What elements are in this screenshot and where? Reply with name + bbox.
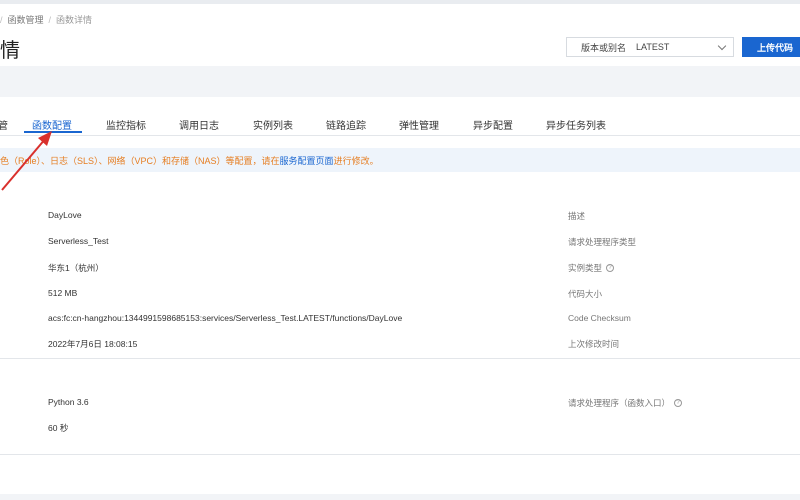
memory-value: 512 MB: [48, 288, 78, 298]
handler-label: 请求处理程序（函数入口）?: [568, 397, 683, 409]
section-divider: [0, 454, 800, 455]
handler-type-label: 请求处理程序类型: [568, 237, 637, 247]
tab-invocation-logs[interactable]: 调用日志: [179, 117, 219, 132]
section-divider: [0, 358, 800, 359]
tab-async-tasks[interactable]: 异步任务列表: [546, 117, 606, 132]
tab-async-config[interactable]: 异步配置: [473, 117, 513, 132]
version-select-value: LATEST: [636, 42, 670, 52]
version-select-label: 版本或别名: [581, 42, 627, 53]
last-modified-label: 上次修改时间: [568, 339, 620, 349]
timeout-value: 60 秒: [48, 423, 69, 433]
tab-tracing[interactable]: 链路追踪: [326, 117, 366, 132]
arn-value: acs:fc:cn-hangzhou:1344991598685153:serv…: [48, 313, 403, 323]
created-time-value: 2022年7月6日 18:08:15: [48, 339, 138, 349]
top-strip: [0, 0, 800, 4]
upload-code-button[interactable]: 上传代码: [742, 37, 800, 57]
breadcrumb-parent[interactable]: 函数管理: [8, 13, 44, 26]
tab-monitoring[interactable]: 监控指标: [106, 117, 146, 132]
version-select[interactable]: 版本或别名 LATEST: [566, 37, 734, 57]
info-icon[interactable]: ?: [674, 399, 683, 407]
tab-instances[interactable]: 实例列表: [253, 117, 293, 132]
breadcrumb: / 函数管理 / 函数详情: [0, 13, 92, 26]
notice-suffix: 进行修改。: [333, 155, 379, 166]
code-checksum-label: Code Checksum: [568, 313, 631, 323]
annotation-arrow-icon: [1, 131, 52, 191]
region-value: 华东1（杭州）: [48, 263, 104, 273]
instance-type-label: 实例类型?: [568, 262, 615, 274]
page-title: 情: [0, 40, 20, 62]
runtime-value: Python 3.6: [48, 397, 89, 407]
tab-elastic[interactable]: 弹性管理: [399, 117, 439, 132]
bottom-strip: [0, 494, 800, 500]
notice-link[interactable]: 服务配置页面: [280, 154, 334, 167]
breadcrumb-separator: /: [0, 14, 3, 25]
service-name-value: Serverless_Test: [48, 236, 109, 246]
notice-banner: 色（Role）、日志（SLS）、网络（VPC）和存储（NAS）等配置，请在 服务…: [0, 148, 800, 172]
header-band: [0, 66, 800, 97]
info-icon[interactable]: ?: [606, 264, 615, 272]
chevron-down-icon: [717, 41, 727, 50]
tab-bar: 管 函数配置 监控指标 调用日志 实例列表 链路追踪 弹性管理 异步配置 异步任…: [0, 98, 800, 136]
description-label: 描述: [568, 211, 586, 221]
function-name-value: DayLove: [48, 210, 82, 220]
breadcrumb-current: 函数详情: [56, 15, 93, 25]
code-size-label: 代码大小: [568, 289, 603, 299]
breadcrumb-separator: /: [48, 14, 52, 25]
